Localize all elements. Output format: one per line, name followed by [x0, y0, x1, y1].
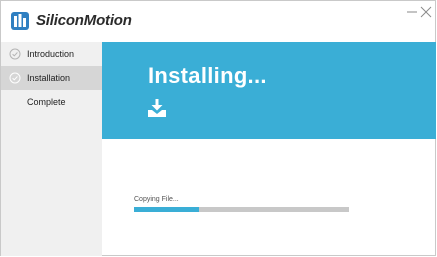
- step-complete: Complete: [1, 90, 102, 114]
- window-controls: [405, 5, 433, 19]
- brand-name: SiliconMotion: [36, 11, 132, 29]
- step-label: Installation: [27, 73, 71, 83]
- status-banner: Installing...: [102, 42, 436, 139]
- steps-sidebar: Introduction Installation Complete: [1, 42, 102, 256]
- installer-window: SiliconMotion Introduction Installation …: [0, 0, 436, 256]
- title-bar: SiliconMotion: [1, 1, 435, 41]
- check-circle-icon: [9, 48, 21, 60]
- step-introduction: Introduction: [1, 42, 102, 66]
- step-label: Introduction: [27, 49, 75, 59]
- progress-fill: [134, 207, 199, 212]
- download-tray-icon: [148, 99, 166, 117]
- minimize-icon: [407, 11, 417, 13]
- siliconmotion-logo-icon: [11, 12, 29, 30]
- close-icon: [420, 6, 432, 18]
- step-label: Complete: [27, 97, 66, 107]
- progress-bar: [134, 207, 349, 212]
- banner-title: Installing...: [148, 63, 267, 88]
- minimize-button[interactable]: [405, 5, 419, 19]
- close-button[interactable]: [419, 5, 433, 19]
- progress-status-text: Copying File...: [134, 196, 179, 203]
- step-installation: Installation: [1, 66, 102, 90]
- brand-logo: SiliconMotion: [9, 9, 132, 31]
- check-circle-icon: [9, 72, 21, 84]
